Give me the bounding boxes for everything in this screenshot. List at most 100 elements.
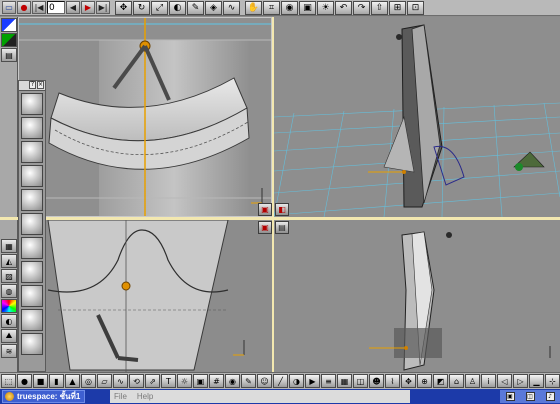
- home-icon[interactable]: ⌂: [449, 374, 464, 388]
- light-icon[interactable]: ☼: [177, 374, 192, 388]
- plane-icon[interactable]: ▱: [97, 374, 112, 388]
- material-swatch[interactable]: [21, 237, 43, 259]
- lathe-icon[interactable]: ⟲: [129, 374, 144, 388]
- arrow-up-icon[interactable]: ⇧: [371, 0, 388, 15]
- camera-icon[interactable]: ▣: [193, 374, 208, 388]
- redo-icon[interactable]: ↷: [353, 0, 370, 15]
- grid-icon[interactable]: #: [209, 374, 224, 388]
- fog-icon[interactable]: ≋: [1, 344, 17, 358]
- environment-icon[interactable]: ◐: [1, 314, 17, 328]
- taskbar-app-button[interactable]: truespace: ชั้นที่1: [2, 390, 86, 403]
- play-button[interactable]: ▶: [81, 1, 95, 14]
- next-frame-button[interactable]: ▶|: [96, 1, 110, 14]
- green-swatch-icon[interactable]: [1, 33, 17, 47]
- deform-icon[interactable]: ⌇: [385, 374, 400, 388]
- scene-icon[interactable]: ⛰: [1, 329, 17, 343]
- ground-icon[interactable]: ▁: [529, 374, 544, 388]
- camera-icon[interactable]: ▣: [299, 0, 316, 15]
- menu-file[interactable]: File: [114, 392, 127, 401]
- frame-number-input[interactable]: 0: [47, 1, 65, 14]
- top-viewport[interactable]: [274, 220, 560, 372]
- viewport-divider-horizontal[interactable]: [0, 217, 560, 220]
- tray-network-icon[interactable]: ◫: [525, 392, 535, 401]
- material-swatch[interactable]: [21, 261, 43, 283]
- figure-icon[interactable]: ☻: [369, 374, 384, 388]
- select-icon[interactable]: ⬚: [1, 374, 16, 388]
- material-swatch[interactable]: [21, 285, 43, 307]
- shadow-icon[interactable]: ◑: [289, 374, 304, 388]
- axes-icon[interactable]: ⊹: [545, 374, 560, 388]
- menu-help[interactable]: Help: [137, 392, 153, 401]
- material-swatch[interactable]: [21, 213, 43, 235]
- zoom-icon[interactable]: ⊕: [417, 374, 432, 388]
- cube-icon[interactable]: ■: [33, 374, 48, 388]
- sweep-icon[interactable]: ⇗: [145, 374, 160, 388]
- bone-icon[interactable]: ╱: [273, 374, 288, 388]
- spline-icon[interactable]: ∿: [113, 374, 128, 388]
- viewport-divider-vertical[interactable]: [272, 17, 274, 372]
- prev-frame-button[interactable]: ◀: [66, 1, 80, 14]
- rewind-button[interactable]: |◀: [32, 1, 46, 14]
- arrow-left-icon[interactable]: ◁: [497, 374, 512, 388]
- nav-eye-icon[interactable]: ◉: [281, 0, 298, 15]
- panel-close-icon[interactable]: ×: [37, 81, 44, 89]
- grab-icon[interactable]: ✋: [245, 0, 262, 15]
- viewport-layout-button[interactable]: ▤: [275, 221, 289, 234]
- viewport-pan-button[interactable]: ▣: [258, 221, 272, 234]
- info-icon[interactable]: i: [481, 374, 496, 388]
- cylinder-icon[interactable]: ▮: [49, 374, 64, 388]
- object-rotate-icon[interactable]: ↻: [133, 0, 150, 15]
- torus-icon[interactable]: ◎: [81, 374, 96, 388]
- object-scale-icon[interactable]: ⤢: [151, 0, 168, 15]
- render-settings-icon[interactable]: ▦: [1, 239, 17, 253]
- sphere-icon[interactable]: ●: [17, 374, 32, 388]
- perspective-viewport[interactable]: [274, 17, 560, 217]
- viewport-zoom-button[interactable]: ▣: [258, 203, 272, 216]
- arrow-right-icon[interactable]: ▷: [513, 374, 528, 388]
- material-swatch[interactable]: [21, 309, 43, 331]
- material-swatch[interactable]: [21, 93, 43, 115]
- render-icon[interactable]: ▶: [305, 374, 320, 388]
- color-palette-icon[interactable]: [1, 18, 17, 32]
- hand-tool-button[interactable]: ▭: [2, 1, 16, 14]
- shape-icon[interactable]: ◭: [1, 254, 17, 268]
- panel-help-icon[interactable]: ?: [29, 81, 36, 89]
- light-icon[interactable]: ☀: [317, 0, 334, 15]
- material-swatch[interactable]: [21, 141, 43, 163]
- object-move-icon[interactable]: ✥: [115, 0, 132, 15]
- text-icon[interactable]: T: [161, 374, 176, 388]
- record-button[interactable]: ●: [17, 1, 31, 14]
- tray-app-icon[interactable]: ▣: [505, 392, 515, 401]
- color-wheel-icon[interactable]: [1, 299, 17, 313]
- undo-icon[interactable]: ↶: [335, 0, 352, 15]
- front-viewport[interactable]: ✣: [18, 17, 272, 217]
- paint-icon[interactable]: ✎: [187, 0, 204, 15]
- material-icon[interactable]: ◉: [225, 374, 240, 388]
- texture-icon[interactable]: ▨: [1, 269, 17, 283]
- viewport-rotate-button[interactable]: ◧: [275, 203, 289, 216]
- tray-volume-icon[interactable]: ♪: [545, 392, 555, 401]
- cone-icon[interactable]: ▲: [65, 374, 80, 388]
- scene-icon[interactable]: ▦: [337, 374, 352, 388]
- paint-icon[interactable]: ✎: [241, 374, 256, 388]
- material-swatch[interactable]: [21, 333, 43, 355]
- material-swatch[interactable]: [21, 165, 43, 187]
- hierarchy-icon[interactable]: ⊞: [389, 0, 406, 15]
- paths-icon[interactable]: ∿: [223, 0, 240, 15]
- person-icon[interactable]: ♙: [465, 374, 480, 388]
- nav-icon[interactable]: ✥: [401, 374, 416, 388]
- view-icon[interactable]: ◩: [433, 374, 448, 388]
- material-swatch[interactable]: [21, 117, 43, 139]
- render-icon[interactable]: ◐: [169, 0, 186, 15]
- face-icon[interactable]: ☺: [257, 374, 272, 388]
- material-swatch[interactable]: [21, 189, 43, 211]
- lock-icon[interactable]: ⊡: [407, 0, 424, 15]
- bump-icon[interactable]: ◍: [1, 284, 17, 298]
- layers-icon[interactable]: ≡: [321, 374, 336, 388]
- side-view-canvas: [18, 220, 272, 372]
- photo-icon[interactable]: ◫: [353, 374, 368, 388]
- deform-icon[interactable]: ⌗: [263, 0, 280, 15]
- side-viewport[interactable]: [18, 220, 272, 372]
- layers-icon[interactable]: ▤: [1, 48, 17, 62]
- animate-icon[interactable]: ◈: [205, 0, 222, 15]
